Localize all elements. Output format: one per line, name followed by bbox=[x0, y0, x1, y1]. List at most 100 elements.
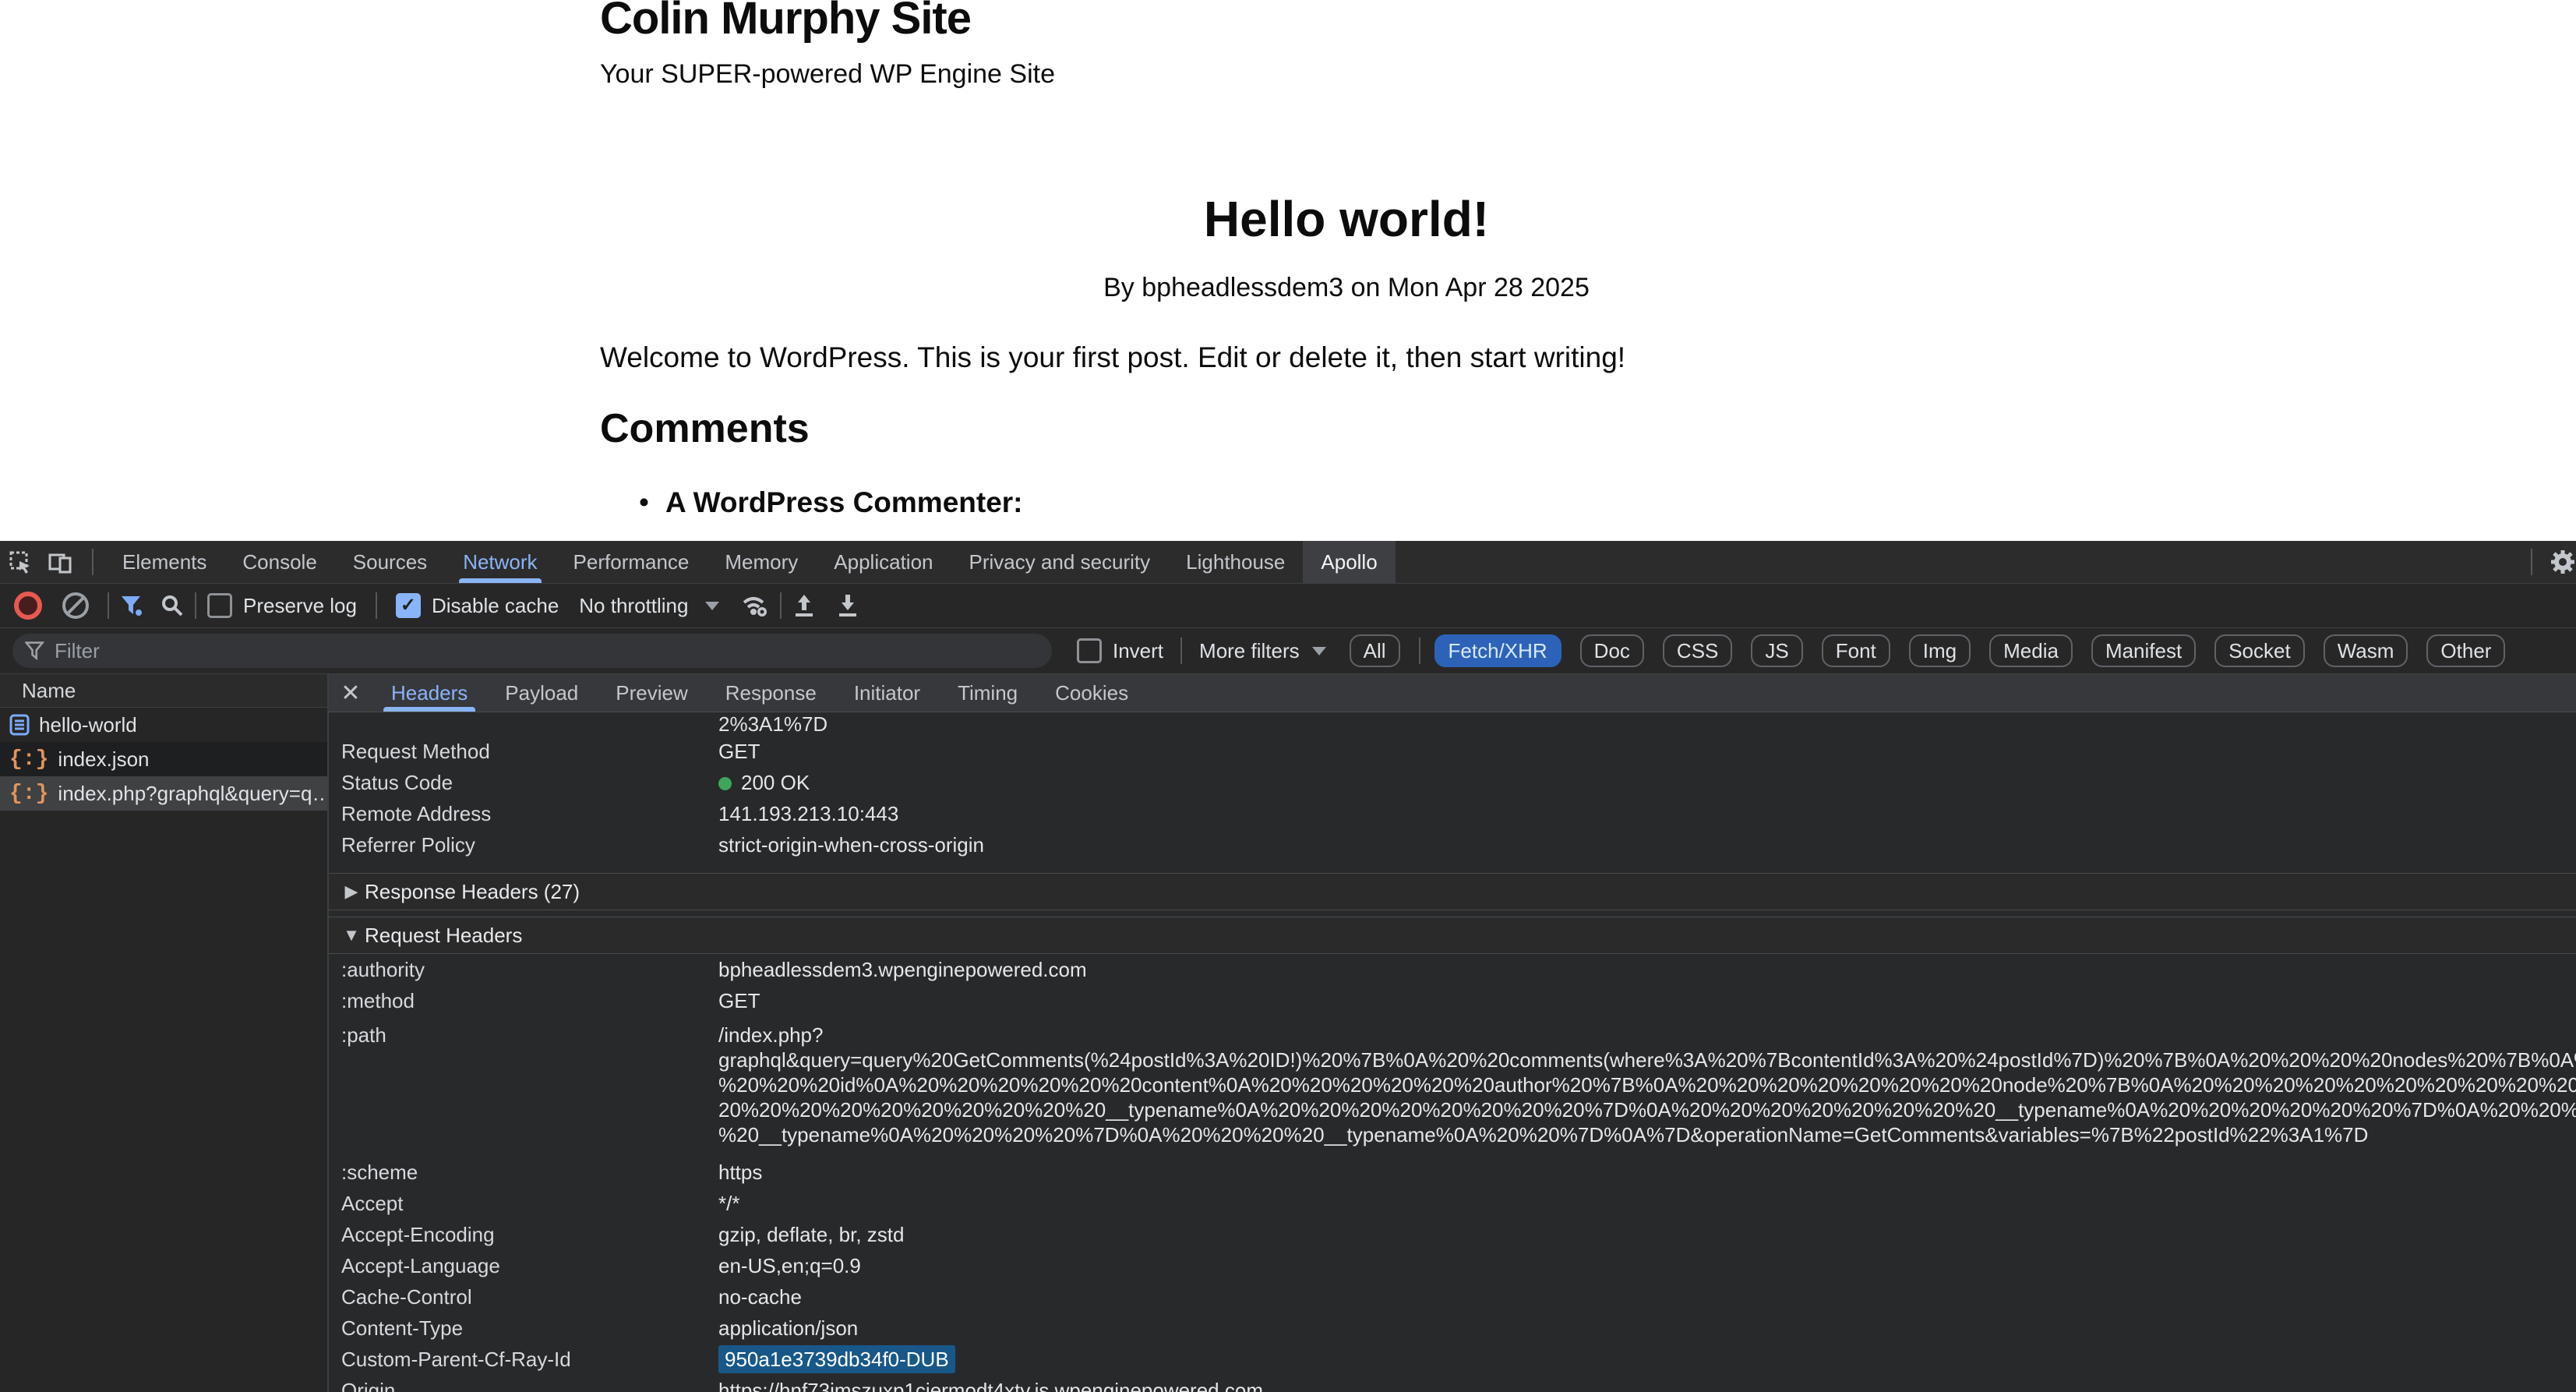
tab-memory[interactable]: Memory bbox=[707, 541, 816, 583]
filter-chip-fetch-xhr[interactable]: Fetch/XHR bbox=[1434, 634, 1561, 667]
tab-cookies[interactable]: Cookies bbox=[1036, 674, 1147, 712]
document-icon bbox=[9, 713, 30, 737]
checkbox-unchecked[interactable] bbox=[207, 593, 232, 618]
filter-chip-all[interactable]: All bbox=[1350, 634, 1400, 667]
invert-label: Invert bbox=[1113, 639, 1163, 663]
tab-initiator[interactable]: Initiator bbox=[835, 674, 939, 712]
network-main: Name hello-world {:} index.json {:} inde… bbox=[0, 674, 2576, 1392]
funnel-icon bbox=[25, 641, 45, 661]
tab-apollo[interactable]: Apollo bbox=[1303, 541, 1395, 583]
tab-performance[interactable]: Performance bbox=[556, 541, 708, 583]
filter-chip-doc[interactable]: Doc bbox=[1580, 634, 1644, 667]
header-row: Status Code 200 OK bbox=[329, 767, 2576, 798]
inspect-element-icon[interactable] bbox=[0, 541, 41, 583]
tab-headers[interactable]: Headers bbox=[372, 674, 486, 712]
comment-author: A WordPress Commenter: bbox=[665, 486, 1023, 518]
filter-placeholder: Filter bbox=[55, 639, 100, 663]
json-icon: {:} bbox=[9, 782, 48, 806]
clear-network-log-button[interactable] bbox=[62, 592, 97, 619]
tab-privacy-and-security[interactable]: Privacy and security bbox=[951, 541, 1169, 583]
export-har-icon[interactable] bbox=[836, 593, 859, 618]
tab-response[interactable]: Response bbox=[707, 674, 835, 712]
site-tagline: Your SUPER-powered WP Engine Site bbox=[600, 59, 1055, 90]
tab-console[interactable]: Console bbox=[224, 541, 334, 583]
filter-chip-socket[interactable]: Socket bbox=[2214, 634, 2305, 667]
response-headers-section[interactable]: ▶ Response Headers (27) bbox=[329, 873, 2576, 910]
invert-checkbox[interactable]: Invert bbox=[1077, 638, 1163, 663]
header-row: Accept-Encoding gzip, deflate, br, zstd bbox=[329, 1219, 2576, 1250]
disable-cache-label: Disable cache bbox=[432, 594, 559, 618]
header-row: Accept */* bbox=[329, 1188, 2576, 1219]
divider bbox=[2531, 549, 2532, 575]
comments-heading: Comments bbox=[600, 405, 810, 452]
filter-chip-other[interactable]: Other bbox=[2426, 634, 2505, 667]
search-icon[interactable] bbox=[161, 594, 184, 617]
tab-network[interactable]: Network bbox=[445, 541, 555, 583]
chevron-down-icon bbox=[705, 602, 719, 610]
close-icon[interactable]: ✕ bbox=[329, 680, 372, 707]
throttling-dropdown[interactable]: No throttling bbox=[579, 594, 719, 618]
record-network-log-button[interactable] bbox=[14, 592, 62, 620]
divider bbox=[780, 592, 782, 619]
tab-timing[interactable]: Timing bbox=[939, 674, 1036, 712]
divider bbox=[108, 592, 109, 619]
filter-chip-font[interactable]: Font bbox=[1822, 634, 1890, 667]
tab-elements[interactable]: Elements bbox=[104, 541, 224, 583]
checkbox-unchecked[interactable] bbox=[1077, 638, 1102, 663]
bullet-icon: • bbox=[639, 486, 665, 519]
divider bbox=[195, 592, 196, 619]
network-filterbar: Filter Invert More filters All Fetch/XHR… bbox=[0, 628, 2576, 674]
filter-chip-wasm[interactable]: Wasm bbox=[2324, 634, 2408, 667]
network-conditions-icon[interactable] bbox=[741, 593, 769, 618]
header-row: :scheme https bbox=[329, 1157, 2576, 1188]
device-toolbar-icon[interactable] bbox=[41, 541, 81, 583]
header-row: :method GET bbox=[329, 985, 2576, 1016]
filter-input[interactable]: Filter bbox=[12, 634, 1052, 668]
name-column-header[interactable]: Name bbox=[0, 674, 327, 708]
devtools-panel: Elements Console Sources Network Perform… bbox=[0, 541, 2576, 1392]
path-value: /index.php? graphql&query=query%20GetCom… bbox=[718, 1023, 2576, 1147]
chevron-down-icon: ▼ bbox=[338, 925, 365, 945]
disable-cache-checkbox[interactable]: ✓ Disable cache bbox=[396, 593, 559, 618]
preserve-log-checkbox[interactable]: Preserve log bbox=[207, 593, 357, 618]
filter-chip-img[interactable]: Img bbox=[1909, 634, 1971, 667]
filter-chip-manifest[interactable]: Manifest bbox=[2091, 634, 2196, 667]
post-byline: By bpheadlessdem3 on Mon Apr 28 2025 bbox=[600, 273, 2093, 303]
divider bbox=[376, 592, 377, 619]
chevron-down-icon bbox=[1312, 647, 1326, 655]
tab-application[interactable]: Application bbox=[816, 541, 951, 583]
filter-toggle-icon[interactable] bbox=[120, 594, 143, 617]
request-row-hello-world[interactable]: hello-world bbox=[0, 708, 327, 742]
header-row: Cache-Control no-cache bbox=[329, 1281, 2576, 1313]
network-toolbar: Preserve log ✓ Disable cache No throttli… bbox=[0, 584, 2576, 628]
settings-icon[interactable] bbox=[2550, 549, 2576, 575]
filter-chip-js[interactable]: JS bbox=[1751, 634, 1802, 667]
tab-payload[interactable]: Payload bbox=[486, 674, 597, 712]
request-row-index-php-graphql[interactable]: {:} index.php?graphql&query=q… bbox=[0, 776, 327, 811]
headers-pane: 2%3A1%7D Request Method GET Status Code … bbox=[329, 712, 2576, 1392]
more-filters-dropdown[interactable]: More filters bbox=[1199, 639, 1326, 663]
highlighted-value: 950a1e3739db34f0-DUB bbox=[718, 1345, 955, 1373]
header-row: Referrer Policy strict-origin-when-cross… bbox=[329, 829, 2576, 860]
devtools-tabbar: Elements Console Sources Network Perform… bbox=[0, 541, 2576, 584]
tab-preview[interactable]: Preview bbox=[597, 674, 706, 712]
clipped-value: 2%3A1%7D bbox=[329, 712, 2576, 736]
json-icon: {:} bbox=[9, 747, 48, 772]
tab-sources[interactable]: Sources bbox=[335, 541, 445, 583]
header-row: Content-Type application/json bbox=[329, 1313, 2576, 1344]
post-title: Hello world! bbox=[600, 190, 2093, 248]
preserve-log-label: Preserve log bbox=[243, 594, 357, 618]
tab-lighthouse[interactable]: Lighthouse bbox=[1168, 541, 1303, 583]
request-headers-section[interactable]: ▼ Request Headers bbox=[329, 917, 2576, 954]
header-row-path: :path /index.php? graphql&query=query%20… bbox=[329, 1016, 2576, 1157]
import-har-icon[interactable] bbox=[792, 593, 816, 618]
checkbox-checked[interactable]: ✓ bbox=[396, 593, 421, 618]
request-row-index-json[interactable]: {:} index.json bbox=[0, 742, 327, 776]
webpage-viewport: Colin Murphy Site Your SUPER-powered WP … bbox=[0, 0, 2576, 541]
request-detail-pane: ✕ Headers Payload Preview Response Initi… bbox=[329, 674, 2576, 1392]
header-row: Accept-Language en-US,en;q=0.9 bbox=[329, 1250, 2576, 1281]
header-row: Remote Address 141.193.213.10:443 bbox=[329, 798, 2576, 829]
filter-chip-media[interactable]: Media bbox=[1989, 634, 2073, 667]
screen: Colin Murphy Site Your SUPER-powered WP … bbox=[0, 0, 2576, 1392]
filter-chip-css[interactable]: CSS bbox=[1663, 634, 1732, 667]
